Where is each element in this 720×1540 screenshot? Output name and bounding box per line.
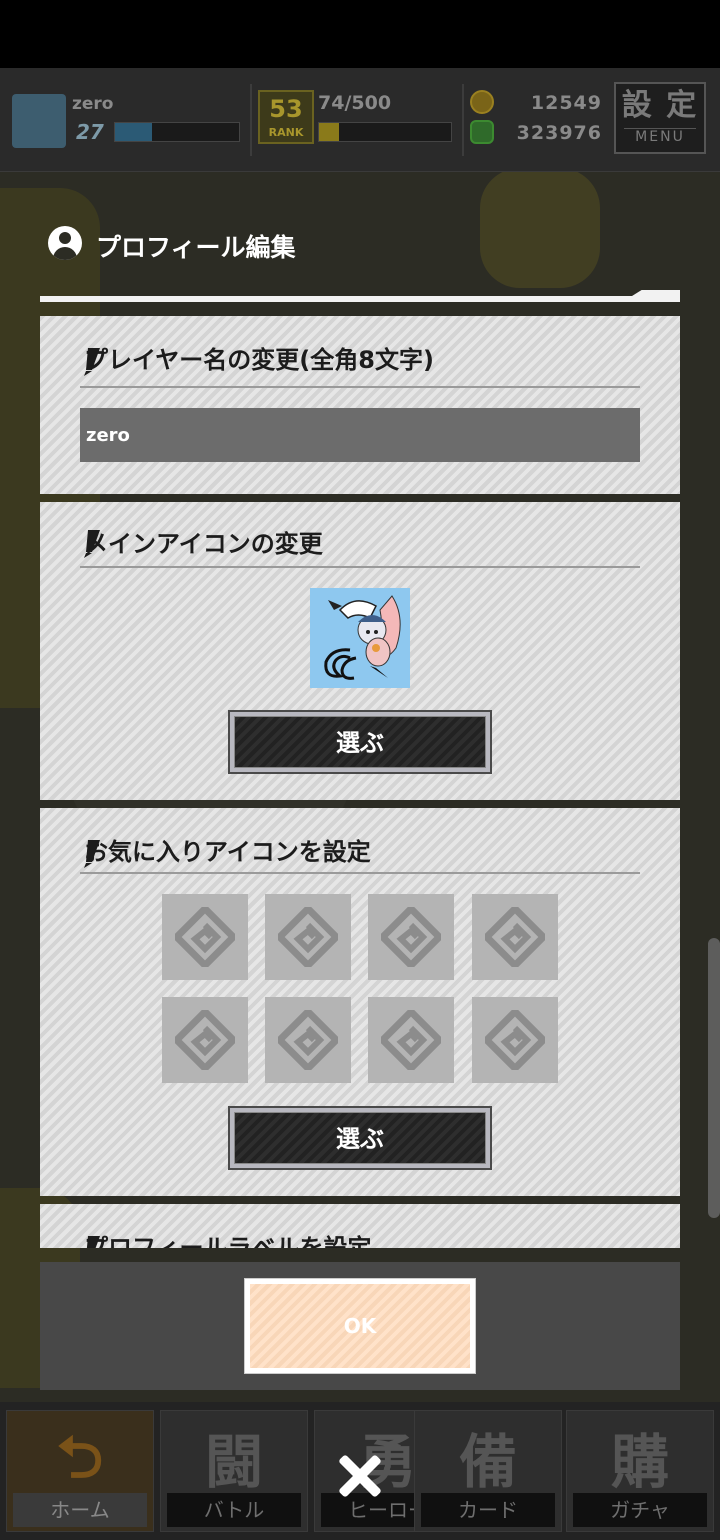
- placeholder-icon: [278, 907, 338, 967]
- main-icon-section: メインアイコンの変更 選ぶ: [40, 502, 680, 800]
- button-label: 選ぶ: [234, 716, 486, 768]
- nav-card[interactable]: 備 カード: [414, 1410, 562, 1532]
- section-divider: [80, 386, 640, 388]
- placeholder-icon: [485, 907, 545, 967]
- section-title: メインアイコンの変更: [84, 530, 323, 558]
- coin-icon: [470, 90, 494, 114]
- section-divider: [80, 872, 640, 874]
- favorite-icon-slot[interactable]: [368, 894, 454, 980]
- stamina-value: 74/500: [318, 92, 392, 114]
- profile-label-section: プロフィールラベルを設定: [40, 1204, 680, 1248]
- coin-count: 12549: [530, 92, 602, 114]
- rank-label: RANK: [268, 126, 304, 139]
- player-name-input[interactable]: [80, 408, 640, 462]
- user-circle-icon: [48, 226, 82, 260]
- status-bar: [0, 0, 720, 68]
- title-underline: [40, 296, 680, 302]
- section-divider: [80, 566, 640, 568]
- scrollbar[interactable]: [708, 938, 720, 1218]
- rank-badge: 53 RANK: [258, 90, 314, 144]
- favorite-icon-slot[interactable]: [368, 997, 454, 1083]
- player-name: zero: [72, 94, 114, 114]
- ok-button-label: OK: [250, 1284, 470, 1368]
- xp-bar: [114, 122, 240, 142]
- placeholder-icon: [381, 1010, 441, 1070]
- dialog-footer: OK: [40, 1262, 680, 1390]
- favorite-icon-slot[interactable]: [162, 997, 248, 1083]
- favorite-icon-slot[interactable]: [265, 894, 351, 980]
- placeholder-icon: [485, 1010, 545, 1070]
- menu-label: MENU: [624, 128, 696, 145]
- favorite-icons-section: お気に入りアイコンを設定 選ぶ: [40, 808, 680, 1196]
- divider: [250, 84, 252, 156]
- section-title: お気に入りアイコンを設定: [84, 838, 371, 866]
- favorite-icon-slot[interactable]: [472, 997, 558, 1083]
- menu-kanji: 設 定: [621, 88, 699, 123]
- placeholder-icon: [381, 907, 441, 967]
- nav-label: バトル: [167, 1493, 301, 1527]
- gacha-icon: 購: [610, 1428, 669, 1496]
- stamina-bar: [318, 122, 452, 142]
- nav-home[interactable]: ⮌ ホーム: [6, 1410, 154, 1532]
- card-icon: 備: [458, 1428, 517, 1496]
- divider: [462, 84, 464, 156]
- nav-gacha[interactable]: 購 ガチャ: [566, 1410, 714, 1532]
- gem-icon: [470, 120, 494, 144]
- nav-label: ガチャ: [573, 1493, 707, 1527]
- placeholder-icon: [175, 1010, 235, 1070]
- close-icon[interactable]: [330, 1448, 390, 1504]
- select-main-icon-button[interactable]: 選ぶ: [228, 710, 492, 774]
- placeholder-icon: [175, 907, 235, 967]
- placeholder-icon: [278, 1010, 338, 1070]
- nav-label: ホーム: [13, 1493, 147, 1527]
- section-title: プレイヤー名の変更(全角8文字): [84, 346, 434, 374]
- nav-battle[interactable]: 闘 バトル: [160, 1410, 308, 1532]
- player-level: 27: [76, 120, 104, 144]
- menu-button[interactable]: 設 定 MENU: [614, 82, 706, 154]
- profile-edit-scroll-area[interactable]: プレイヤー名の変更(全角8文字) メインアイコンの変更: [40, 316, 680, 1248]
- player-avatar[interactable]: [12, 94, 66, 148]
- player-name-section: プレイヤー名の変更(全角8文字): [40, 316, 680, 494]
- top-status-panel: [0, 68, 720, 172]
- dialog-title: プロフィール編集: [96, 233, 296, 262]
- select-favorite-icons-button[interactable]: 選ぶ: [228, 1106, 492, 1170]
- favorite-icon-slot[interactable]: [472, 894, 558, 980]
- ok-button[interactable]: OK: [244, 1278, 476, 1374]
- favorite-icon-slot[interactable]: [162, 894, 248, 980]
- main-icon-image[interactable]: [310, 588, 410, 688]
- button-label: 選ぶ: [234, 1112, 486, 1164]
- gem-count: 323976: [516, 122, 602, 144]
- favorite-icon-slot[interactable]: [265, 997, 351, 1083]
- rank-number: 53: [269, 95, 303, 123]
- section-title: プロフィールラベルを設定: [84, 1234, 372, 1248]
- nav-label: カード: [421, 1493, 555, 1527]
- battle-icon: 闘: [204, 1428, 263, 1496]
